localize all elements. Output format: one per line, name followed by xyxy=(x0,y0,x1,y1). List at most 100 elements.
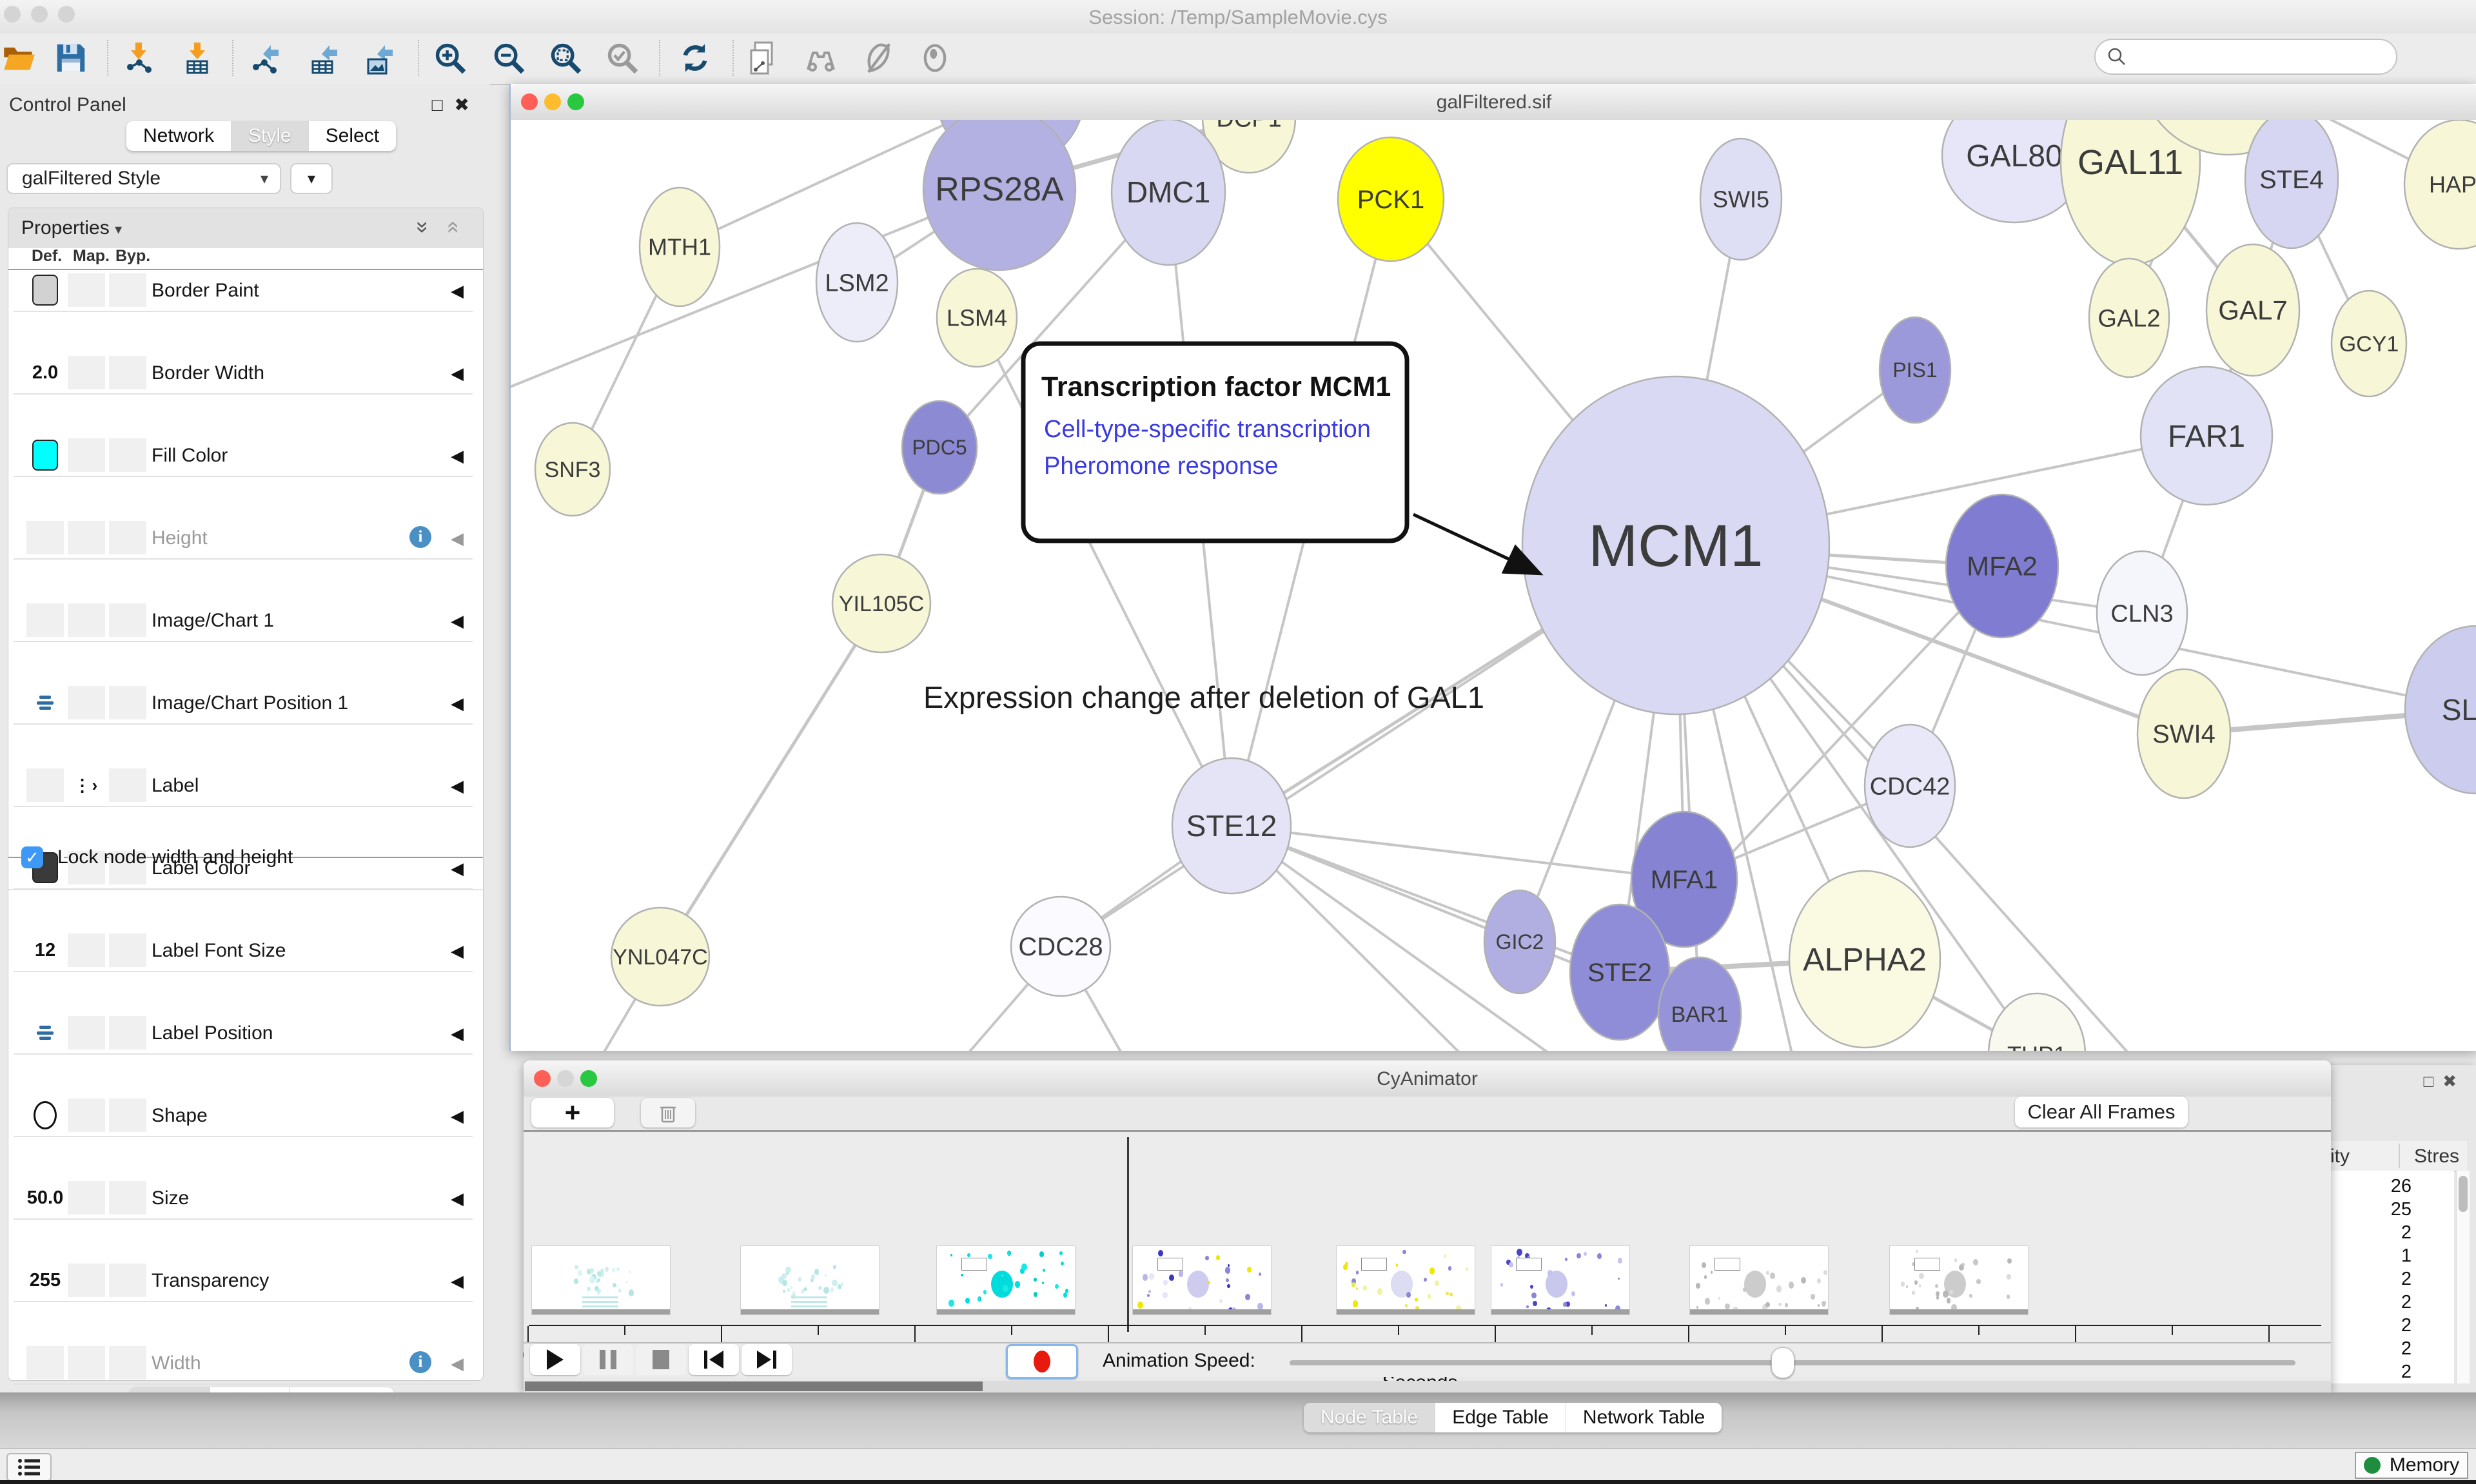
map-cell[interactable] xyxy=(68,1181,105,1215)
node-CDC28[interactable]: CDC28 xyxy=(1011,897,1110,996)
skip-start-button[interactable] xyxy=(689,1344,739,1375)
byp-cell[interactable] xyxy=(109,1264,146,1297)
delete-frame-button[interactable] xyxy=(641,1098,695,1128)
tab-edge-table[interactable]: Edge Table xyxy=(1435,1403,1566,1432)
save-icon[interactable] xyxy=(43,36,99,80)
tab-select[interactable]: Select xyxy=(309,121,396,151)
map-cell[interactable] xyxy=(68,438,105,472)
map-cell[interactable] xyxy=(68,1264,105,1297)
node-GAL11[interactable]: GAL11 xyxy=(2061,120,2200,265)
expand-row-icon[interactable]: ◀ xyxy=(451,611,464,631)
search-input[interactable] xyxy=(2127,46,2374,68)
node-SNF3[interactable]: SNF3 xyxy=(535,423,610,516)
node-MFA2[interactable]: MFA2 xyxy=(1946,494,2058,638)
pause-button[interactable] xyxy=(583,1344,633,1375)
property-row-transparency[interactable]: 255Transparency◀ xyxy=(14,1260,473,1302)
byp-cell[interactable] xyxy=(109,1181,146,1215)
property-row-label-font-size[interactable]: 12Label Font Size◀ xyxy=(14,930,473,972)
annotation-link[interactable]: Pheromone response xyxy=(1044,453,1278,480)
import-table-icon[interactable] xyxy=(170,36,225,80)
zoom-in-icon[interactable] xyxy=(422,36,478,80)
byp-cell[interactable] xyxy=(109,768,146,802)
node-RPS28A[interactable]: RPS28A xyxy=(923,120,1076,270)
frame-thumbnail-1[interactable] xyxy=(740,1245,879,1315)
node-GIC2[interactable]: GIC2 xyxy=(1484,890,1555,993)
expand-row-icon[interactable]: ◀ xyxy=(451,281,464,301)
export-network-icon[interactable] xyxy=(237,36,293,80)
lock-node-size-row[interactable]: ✓ Lock node width and height xyxy=(21,846,293,868)
panel-list-button[interactable] xyxy=(6,1453,52,1481)
map-cell[interactable] xyxy=(68,603,105,637)
animation-speed-slider[interactable] xyxy=(1290,1360,2295,1365)
node-HAP2[interactable]: HAP2 xyxy=(2404,120,2476,249)
import-network-icon[interactable] xyxy=(111,36,166,80)
expand-row-icon[interactable]: ◀ xyxy=(451,1106,464,1126)
table-rows[interactable]: 26252122222 xyxy=(2328,1171,2454,1383)
style-selector[interactable]: galFiltered Style ▾ xyxy=(6,163,281,194)
node-GCY1[interactable]: GCY1 xyxy=(2332,291,2406,396)
node-ALPHA2[interactable]: ALPHA2 xyxy=(1789,871,1940,1048)
frame-thumbnail-6[interactable] xyxy=(1689,1245,1829,1315)
byp-cell[interactable] xyxy=(109,686,146,719)
property-row-shape[interactable]: Shape◀ xyxy=(14,1095,473,1137)
node-LSM4[interactable]: LSM4 xyxy=(937,269,1017,367)
def-cell[interactable]: 255 xyxy=(26,1264,64,1297)
byp-cell[interactable] xyxy=(109,1016,146,1050)
map-cell[interactable] xyxy=(68,1346,105,1380)
node-CLN3[interactable]: CLN3 xyxy=(2097,551,2187,675)
property-row-fill-color[interactable]: Fill Color◀ xyxy=(14,435,473,477)
node-MTH1[interactable]: MTH1 xyxy=(640,188,720,306)
expand-row-icon[interactable]: ◀ xyxy=(451,1271,464,1291)
map-cell[interactable] xyxy=(68,1098,105,1132)
def-cell[interactable]: 2.0 xyxy=(26,356,64,389)
hide-icon[interactable] xyxy=(850,36,906,80)
tab-network-table[interactable]: Network Table xyxy=(1566,1403,1722,1432)
property-row-image-chart-1[interactable]: Image/Chart 1◀ xyxy=(14,600,473,642)
map-cell[interactable] xyxy=(68,686,105,719)
network-canvas[interactable]: RPS28BDCP1RPS28ADMC1PCK1MTH1LSM2LSM4SWI5… xyxy=(511,120,2476,1051)
stop-button[interactable] xyxy=(636,1344,686,1375)
node-DMC1[interactable]: DMC1 xyxy=(1112,120,1225,265)
node-MCM1[interactable]: MCM1 xyxy=(1522,376,1829,714)
style-options-button[interactable]: ▾ xyxy=(290,163,333,194)
property-row-height[interactable]: Heighti◀ xyxy=(14,518,473,560)
map-cell[interactable]: ⋮› xyxy=(68,768,105,802)
node-GAL2[interactable]: GAL2 xyxy=(2089,259,2169,377)
frame-thumbnail-5[interactable] xyxy=(1491,1245,1630,1315)
property-row-width[interactable]: Widthi◀ xyxy=(14,1343,473,1385)
frame-thumbnail-3[interactable] xyxy=(1132,1245,1272,1315)
cyanimator-timeline[interactable]: 0123456789 Seconds xyxy=(524,1132,2331,1341)
map-cell[interactable] xyxy=(68,521,105,554)
byp-cell[interactable] xyxy=(109,438,146,472)
node-GAL7[interactable]: GAL7 xyxy=(2206,244,2299,376)
frame-thumbnail-2[interactable] xyxy=(936,1245,1076,1315)
def-cell[interactable] xyxy=(26,603,64,637)
expand-row-icon[interactable]: ◀ xyxy=(451,364,464,384)
property-row-label[interactable]: ⋮›Label◀ xyxy=(14,765,473,807)
memory-button[interactable]: Memory xyxy=(2355,1452,2468,1479)
export-image-icon[interactable] xyxy=(351,36,407,80)
node-STE2[interactable]: STE2 xyxy=(1570,904,1669,1040)
table-window-buttons[interactable]: □✖ xyxy=(2424,1071,2466,1091)
property-row-label-position[interactable]: Label Position◀ xyxy=(14,1013,473,1055)
binoculars-icon[interactable] xyxy=(793,36,849,80)
network-window-titlebar[interactable]: galFiltered.sif xyxy=(511,84,2476,121)
property-row-image-chart-position-1[interactable]: Image/Chart Position 1◀ xyxy=(14,683,473,725)
node-SWI5[interactable]: SWI5 xyxy=(1700,139,1782,260)
def-cell[interactable]: 12 xyxy=(26,933,64,967)
record-button[interactable] xyxy=(1006,1344,1078,1379)
node-TUP1[interactable]: TUP1 xyxy=(1989,993,2085,1051)
expand-row-icon[interactable]: ◀ xyxy=(451,1354,464,1374)
expand-row-icon[interactable]: ◀ xyxy=(451,694,464,714)
expand-all-icon[interactable]: » xyxy=(410,221,435,233)
def-cell[interactable] xyxy=(26,768,64,802)
property-row-border-paint[interactable]: Border Paint◀ xyxy=(14,270,473,312)
node-YNL047C[interactable]: YNL047C xyxy=(611,908,709,1006)
zoom-selected-icon[interactable] xyxy=(594,36,650,80)
cyanimator-titlebar[interactable]: CyAnimator xyxy=(524,1060,2331,1097)
edge-RPS28A-_b[interactable] xyxy=(511,189,999,397)
expand-row-icon[interactable]: ◀ xyxy=(451,776,464,796)
expand-row-icon[interactable]: ◀ xyxy=(451,1024,464,1044)
expand-row-icon[interactable]: ◀ xyxy=(451,446,464,466)
node-FAR1[interactable]: FAR1 xyxy=(2141,367,2272,505)
